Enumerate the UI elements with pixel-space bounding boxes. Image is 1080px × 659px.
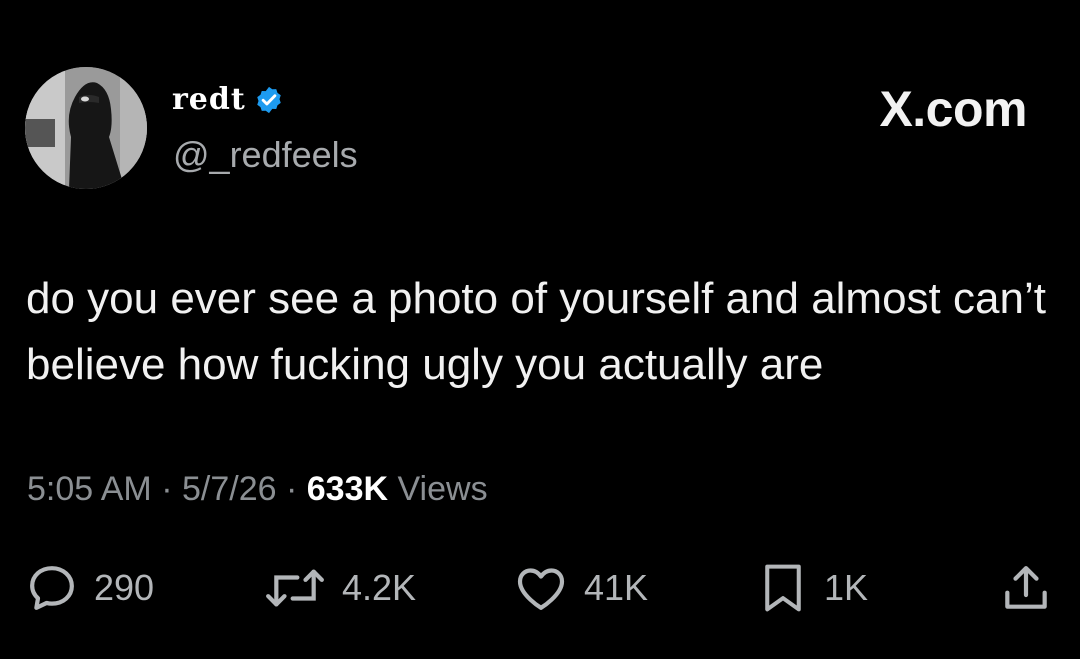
author-display-name[interactable]: redt bbox=[172, 82, 246, 117]
brand-logo: X.com bbox=[879, 81, 1027, 137]
repost-button[interactable]: 4.2K bbox=[262, 560, 416, 616]
repost-icon bbox=[266, 569, 324, 607]
views-count: 633K bbox=[306, 470, 389, 508]
reply-button[interactable]: 290 bbox=[24, 560, 154, 616]
avatar[interactable] bbox=[25, 67, 147, 189]
author-name-row[interactable]: redt bbox=[172, 82, 284, 117]
meta-separator: · bbox=[285, 470, 298, 508]
reply-count: 290 bbox=[94, 567, 155, 608]
verified-badge-icon bbox=[256, 86, 281, 113]
tweet-meta: 5:05 AM · 5/7/26 · 633K Views bbox=[27, 470, 488, 509]
meta-separator: · bbox=[161, 470, 173, 508]
tweet-text: do you ever see a photo of yourself and … bbox=[26, 274, 1046, 389]
share-icon bbox=[1005, 566, 1047, 609]
repost-count: 4.2K bbox=[342, 567, 417, 608]
action-bar: 290 4.2K 41K 1K bbox=[0, 560, 1080, 620]
tweet-date[interactable]: 5/7/26 bbox=[182, 470, 277, 508]
like-count: 41K bbox=[584, 567, 649, 608]
avatar-image bbox=[25, 67, 147, 189]
tweet-time[interactable]: 5:05 AM bbox=[27, 470, 152, 508]
bookmark-count: 1K bbox=[824, 567, 869, 608]
share-button[interactable] bbox=[998, 560, 1054, 616]
bookmark-button[interactable]: 1K bbox=[756, 560, 868, 616]
heart-icon bbox=[517, 568, 565, 610]
bookmark-icon bbox=[765, 564, 801, 612]
like-button[interactable]: 41K bbox=[512, 560, 648, 616]
views-label: Views bbox=[397, 470, 488, 508]
author-handle[interactable]: @_redfeels bbox=[173, 134, 358, 176]
reply-icon bbox=[30, 566, 74, 610]
